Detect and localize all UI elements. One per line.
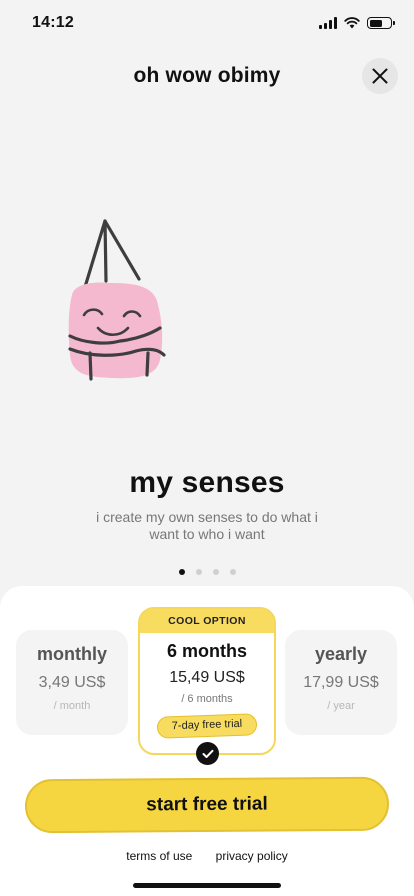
status-time: 14:12 (32, 14, 74, 31)
status-bar: 14:12 (0, 0, 414, 48)
plan-price: 15,49 US$ (169, 669, 245, 686)
plan-card-6-months[interactable]: COOL OPTION 6 months 15,49 US$ / 6 month… (138, 607, 276, 755)
plan-period: / 6 months (181, 693, 233, 705)
pink-blob-illustration (68, 219, 166, 381)
page-dot-2[interactable] (195, 569, 202, 575)
start-free-trial-button[interactable]: start free trial (24, 776, 390, 834)
plan-period: / month (53, 700, 91, 712)
page-dot-1[interactable] (178, 569, 185, 575)
page-title: oh wow obimy (133, 64, 281, 87)
plan-name: monthly (37, 644, 107, 664)
wifi-icon (344, 17, 360, 29)
page-dot-4[interactable] (229, 569, 236, 575)
plan-card-monthly[interactable]: monthly 3,49 US$ / month (16, 630, 128, 735)
plan-name: yearly (314, 644, 368, 664)
selected-check-icon (196, 742, 219, 765)
cool-option-badge: COOL OPTION (140, 609, 274, 633)
signal-icon (319, 17, 337, 29)
privacy-policy-link[interactable]: privacy policy (216, 849, 288, 863)
footer-links: terms of use privacy policy (0, 849, 414, 863)
plan-name: 6 months (166, 641, 247, 661)
free-trial-badge: 7-day free trial (156, 713, 258, 739)
page-indicator[interactable] (0, 569, 414, 575)
plan-period: / year (327, 700, 355, 712)
plan-price: 17,99 US$ (303, 674, 379, 691)
status-icons (319, 16, 395, 30)
close-icon (372, 68, 388, 84)
battery-icon (367, 17, 395, 29)
slide-subtitle: i create my own senses to do what i want… (96, 509, 318, 542)
slide-title: my senses (129, 466, 285, 499)
terms-of-use-link[interactable]: terms of use (126, 849, 192, 863)
plan-card-yearly[interactable]: yearly 17,99 US$ / year (285, 630, 397, 735)
page-dot-3[interactable] (212, 569, 219, 575)
close-button[interactable] (362, 58, 398, 94)
plan-price: 3,49 US$ (38, 674, 106, 691)
home-indicator[interactable] (133, 883, 281, 888)
